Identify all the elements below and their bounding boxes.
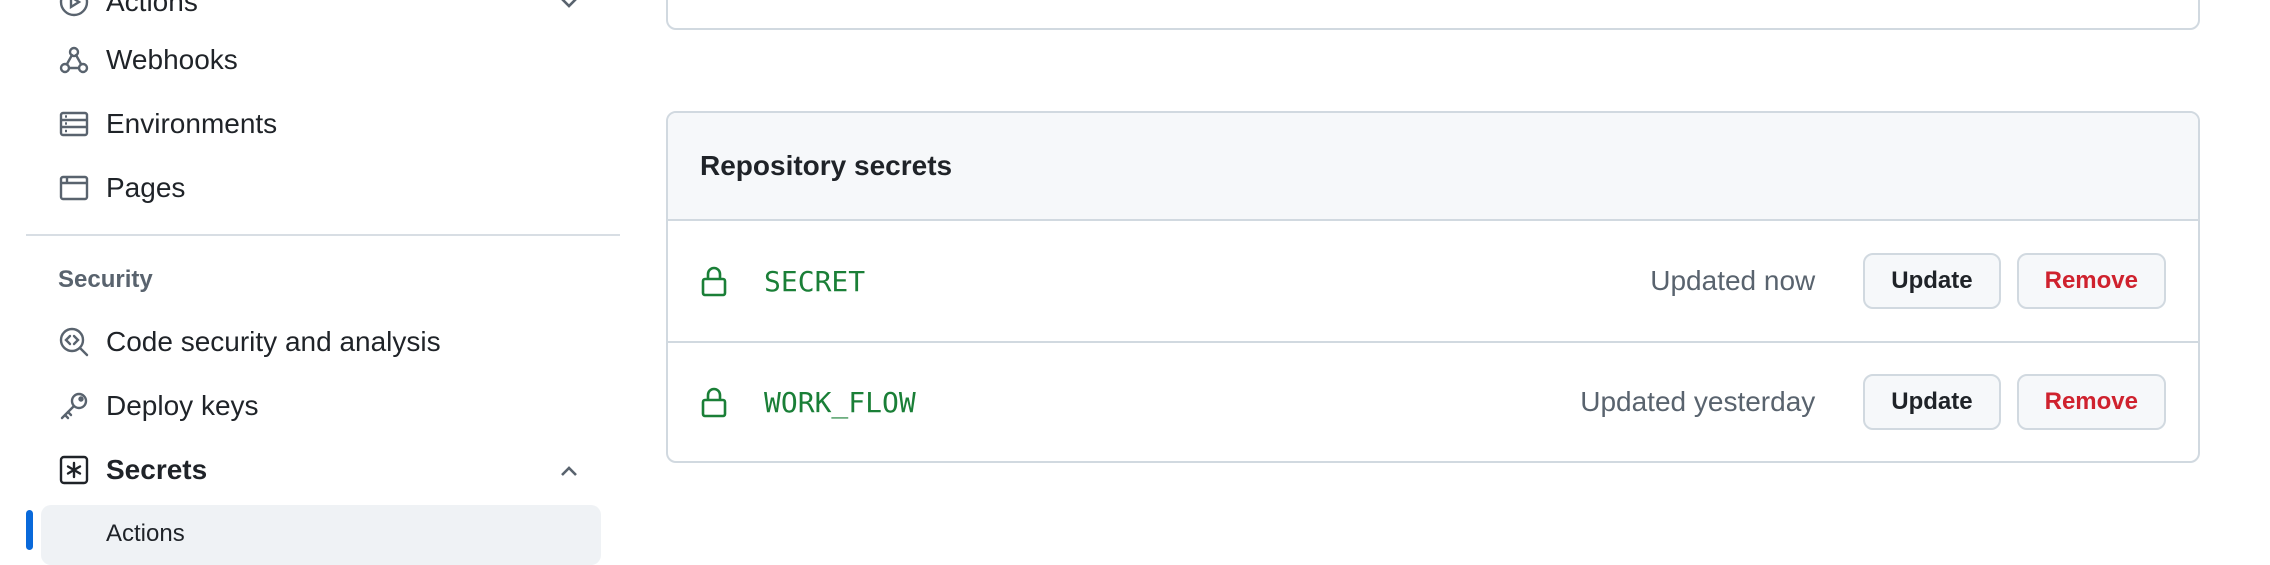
sidebar-divider (26, 234, 620, 236)
sidebar-subitem-label: Actions (106, 520, 185, 547)
chevron-up-icon[interactable] (554, 456, 584, 486)
codescan-icon (59, 327, 89, 357)
updated-time: Updated yesterday (1580, 386, 1816, 417)
previous-panel (666, 0, 2200, 30)
settings-sidebar: Actions Webhooks Environments Pages Secu… (26, 0, 620, 565)
secret-name: SECRET (764, 264, 866, 298)
panel-title: Repository secrets (668, 113, 2198, 221)
update-button[interactable]: Update (1863, 253, 2001, 309)
sidebar-item-webhooks[interactable]: Webhooks (58, 32, 238, 88)
sidebar-item-pages[interactable]: Pages (58, 160, 185, 216)
play-circle-icon (59, 0, 89, 17)
sidebar-item-environments[interactable]: Environments (58, 96, 277, 152)
sidebar-item-label: Webhooks (106, 44, 238, 75)
sidebar-item-label: Pages (106, 172, 186, 203)
active-indicator (26, 510, 33, 550)
secret-row: WORK_FLOW Updated yesterday Update Remov… (668, 341, 2198, 461)
sidebar-item-label: Deploy keys (106, 390, 259, 421)
browser-icon (59, 175, 89, 201)
sidebar-item-label: Secrets (106, 454, 208, 485)
sidebar-item-actions[interactable]: Actions (58, 0, 198, 30)
secret-row: SECRET Updated now Update Remove (668, 221, 2198, 341)
sidebar-item-label: Actions (106, 0, 198, 17)
sidebar-item-secrets[interactable]: Secrets (58, 442, 207, 498)
secret-name: WORK_FLOW (764, 385, 916, 419)
server-icon (59, 111, 89, 137)
lock-icon (701, 387, 727, 418)
sidebar-item-label: Code security and analysis (106, 326, 441, 357)
webhook-icon (59, 46, 89, 74)
remove-button[interactable]: Remove (2016, 253, 2166, 309)
asterisk-icon (59, 455, 89, 485)
key-icon (60, 392, 88, 420)
update-button[interactable]: Update (1863, 374, 2001, 430)
repository-secrets-panel: Repository secrets SECRET Updated now Up… (666, 111, 2200, 463)
remove-button[interactable]: Remove (2016, 374, 2166, 430)
sidebar-item-code-security[interactable]: Code security and analysis (58, 314, 441, 370)
sidebar-item-deploy-keys[interactable]: Deploy keys (58, 378, 259, 434)
updated-time: Updated now (1650, 265, 1816, 296)
sidebar-group-title: Security (58, 266, 153, 293)
lock-icon (701, 266, 727, 297)
sidebar-item-label: Environments (106, 108, 278, 139)
chevron-down-icon[interactable] (554, 0, 584, 18)
